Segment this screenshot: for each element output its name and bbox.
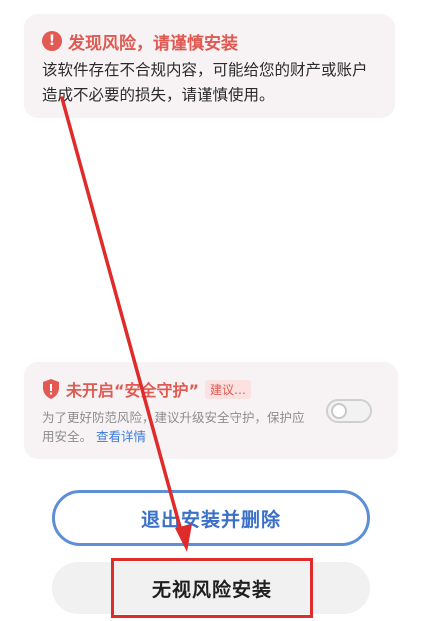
guard-description: 为了更好防范风险，建议升级安全守护，保护应用安全。 查看详情 [42, 408, 312, 446]
view-details-link[interactable]: 查看详情 [96, 429, 146, 444]
recommend-badge: 建议… [205, 379, 252, 399]
ignore-risk-install-button[interactable]: 无视风险安装 [111, 558, 313, 618]
shield-icon [43, 379, 59, 399]
risk-title: 发现风险，请谨慎安装 [68, 33, 238, 54]
risk-description: 该软件存在不合规内容，可能给您的财产或账户造成不必要的损失，请谨慎使用。 [42, 61, 368, 104]
risk-warning-card: ! 发现风险，请谨慎安装 该软件存在不合规内容，可能给您的财产或账户造成不必要的… [24, 14, 395, 118]
risk-title-row: ! 发现风险，请谨慎安装 [42, 28, 377, 54]
security-guard-card: 未开启“安全守护” 建议… 为了更好防范风险，建议升级安全守护，保护应用安全。 … [24, 362, 398, 459]
exit-and-delete-button[interactable]: 退出安装并删除 [52, 490, 370, 546]
toggle-knob [331, 403, 347, 419]
annotation-arrow-line [60, 96, 185, 540]
guard-title-row: 未开启“安全守护” 建议… [42, 376, 380, 402]
security-guard-toggle[interactable] [326, 399, 372, 423]
guard-description-text: 为了更好防范风险，建议升级安全守护，保护应用安全。 [42, 410, 305, 444]
exclamation-icon: ! [42, 31, 62, 51]
guard-title: 未开启“安全守护” [66, 381, 200, 400]
